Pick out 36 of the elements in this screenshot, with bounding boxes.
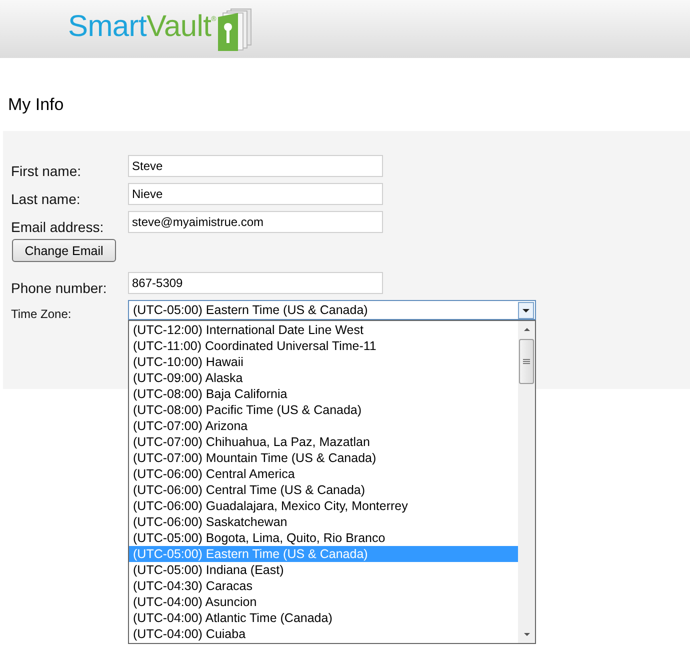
dropdown-option[interactable]: (UTC-06:00) Saskatchewan [129,514,518,530]
dropdown-option[interactable]: (UTC-06:00) Central America [129,466,518,482]
dropdown-option[interactable]: (UTC-11:00) Coordinated Universal Time-11 [129,338,518,354]
logo-text: Smart [68,9,147,45]
dropdown-option[interactable]: (UTC-05:00) Indiana (East) [129,562,518,578]
field-label: Email address: [11,218,105,235]
text-field[interactable]: 867-5309 [128,272,383,294]
dropdown-option[interactable]: (UTC-06:00) Central Time (US & Canada) [129,482,518,498]
field-label: First name: [11,162,82,179]
dropdown-option[interactable]: (UTC-04:30) Caracas [129,578,518,594]
dropdown-option[interactable]: (UTC-07:00) Mountain Time (US & Canada) [129,450,518,466]
logo-text: Vault [146,9,212,45]
field-label: Last name: [11,190,82,207]
dropdown-option[interactable]: (UTC-08:00) Baja California [129,386,518,402]
dropdown-option[interactable]: (UTC-09:00) Alaska [129,370,518,386]
text-field[interactable]: Nieve [128,183,383,205]
page-title: My Info [8,95,65,115]
field-label: Phone number: [11,279,108,296]
dropdown-option[interactable]: (UTC-04:00) Asuncion [129,594,518,610]
dropdown-option[interactable]: (UTC-06:00) Guadalajara, Mexico City, Monterrey [129,498,518,514]
change-email-button[interactable]: Change Email [12,239,116,262]
dropdown-option[interactable]: (UTC-10:00) Hawaii [129,354,518,370]
grip-icon [523,358,530,364]
dropdown-option[interactable]: (UTC-12:00) International Date Line West [129,322,518,338]
dropdown-option[interactable]: (UTC-05:00) Bogota, Lima, Quito, Rio Branco [129,530,518,546]
dropdown-option[interactable]: (UTC-08:00) Pacific Time (US & Canada) [129,402,518,418]
text-field[interactable]: Steve [128,155,383,177]
dropdown-option[interactable]: (UTC-07:00) Chihuahua, La Paz, Mazatlan [129,434,518,450]
book-keyhole-icon [217,8,254,52]
dropdown-option[interactable]: (UTC-07:00) Arizona [129,418,518,434]
scroll-thumb[interactable] [519,339,534,384]
field-label: Time Zone: [11,306,72,322]
text-field[interactable]: steve@myaimistrue.com [128,211,383,233]
dropdown-option[interactable]: (UTC-04:00) Atlantic Time (Canada) [129,610,518,626]
dropdown-option[interactable]: (UTC-04:00) Cuiaba [129,626,518,642]
time-zone-select[interactable]: (UTC-05:00) Eastern Time (US & Canada) [128,300,536,320]
